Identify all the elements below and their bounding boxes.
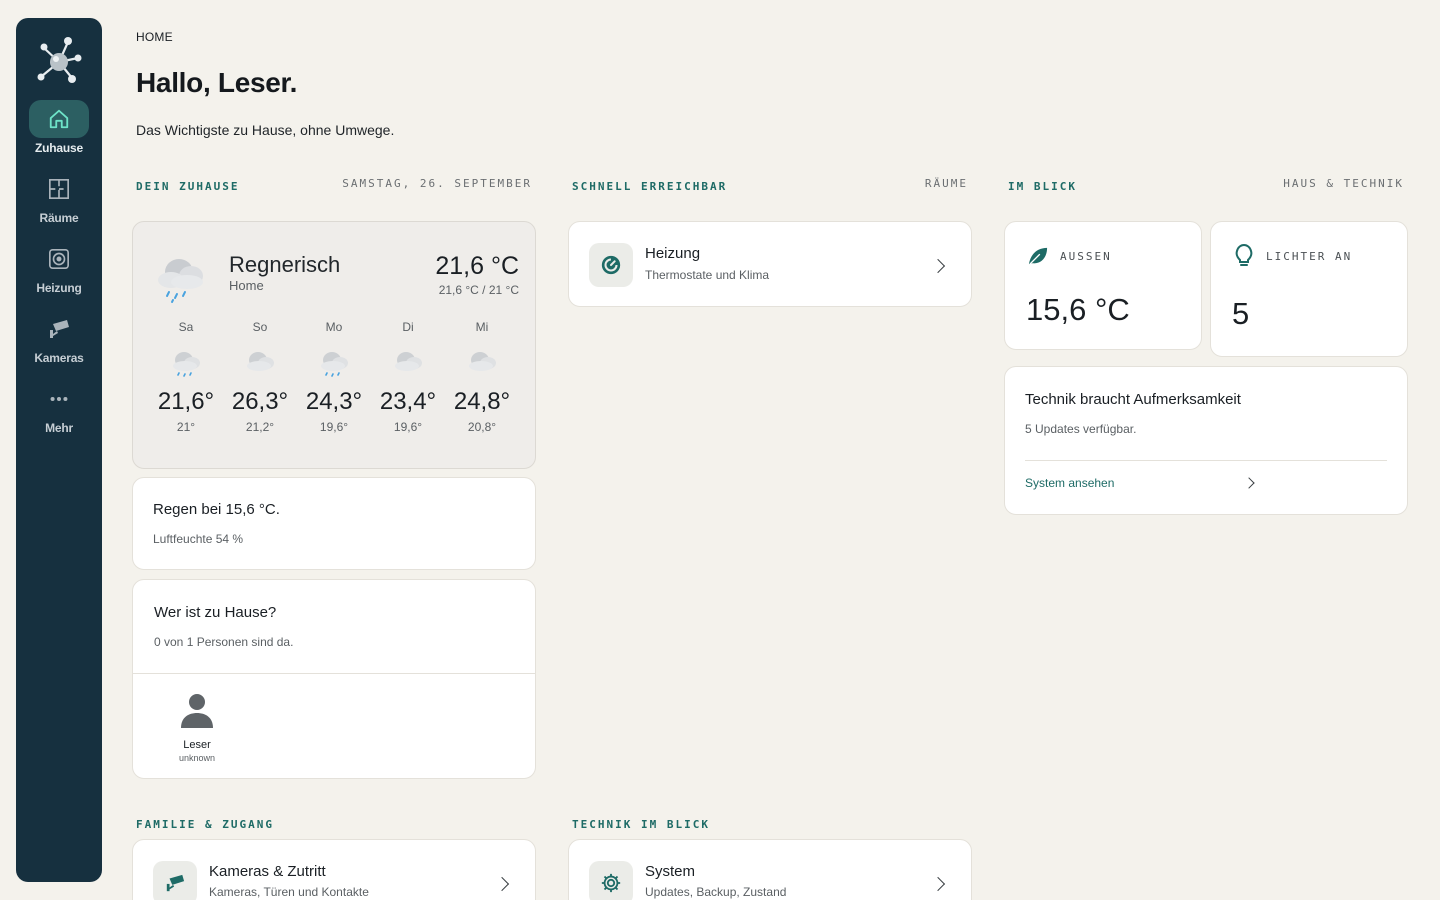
lichter-value: 5 (1232, 296, 1250, 331)
system-link[interactable]: System ansehen (1025, 476, 1114, 490)
lightbulb-icon (1235, 243, 1253, 273)
rain-cloud-icon (297, 344, 371, 382)
sidebar-item-raeume[interactable]: Räume (16, 170, 102, 232)
chevron-right-icon (930, 258, 946, 274)
lichter-stat-card[interactable]: LICHTER AN 5 (1210, 221, 1408, 357)
person-icon (167, 692, 227, 735)
sidebar-item-zuhause[interactable]: Zuhause (16, 100, 102, 162)
section-title-familie: FAMILIE & ZUGANG (136, 818, 274, 831)
presence-title: Wer ist zu Hause? (154, 604, 277, 621)
forecast-high: 26,3° (231, 388, 289, 415)
heizung-quick-card[interactable]: Heizung Thermostate und Klima (568, 221, 972, 307)
more-icon (29, 380, 89, 418)
system-title: System (645, 863, 696, 880)
forecast-low: 21,2° (245, 420, 275, 434)
kameras-title: Kameras & Zutritt (209, 863, 326, 880)
chevron-right-icon[interactable] (1243, 477, 1255, 489)
cctv-icon (153, 861, 197, 900)
rain-title: Regen bei 15,6 °C. (153, 501, 280, 518)
page-subtitle: Das Wichtigste zu Hause, ohne Umwege. (136, 122, 395, 138)
humidity-text: Luftfeuchte 54 % (153, 532, 244, 546)
cctv-icon (29, 310, 89, 348)
forecast-day: Sa 21,6° 21° (149, 320, 223, 434)
rain-card[interactable]: Regen bei 15,6 °C. Luftfeuchte 54 % (132, 477, 536, 570)
forecast-high: 24,3° (305, 388, 363, 415)
heater-icon (29, 240, 89, 278)
forecast-day-label: Sa (178, 320, 194, 334)
heizung-title: Heizung (645, 245, 701, 262)
cloud-icon (223, 344, 297, 382)
person-tile[interactable]: Leser unknown (167, 692, 227, 763)
kameras-subtitle: Kameras, Türen und Kontakte (209, 885, 369, 899)
technik-attention-card: Technik braucht Aufmerksamkeit 5 Updates… (1004, 366, 1408, 515)
home-icon (29, 100, 89, 138)
sidebar-item-kameras[interactable]: Kameras (16, 310, 102, 372)
forecast-day-label: Mi (475, 320, 489, 334)
page-title: Hallo, Leser. (136, 67, 298, 98)
system-card[interactable]: System Updates, Backup, Zustand (568, 839, 972, 900)
divider (1025, 460, 1387, 461)
sidebar-item-heizung[interactable]: Heizung (16, 240, 102, 302)
forecast-low: 20,8° (467, 420, 497, 434)
forecast-day: Mi 24,8° 20,8° (445, 320, 519, 434)
aussen-value: 15,6 °C (1026, 292, 1130, 327)
chevron-right-icon (930, 876, 946, 892)
cloud-icon (445, 344, 519, 382)
rain-cloud-icon (149, 344, 223, 382)
forecast-day-label: Mo (325, 320, 343, 334)
sidebar-item-label: Zuhause (35, 141, 83, 155)
section-title-technik: TECHNIK IM BLICK (572, 818, 710, 831)
aussen-stat-card[interactable]: AUSSEN 15,6 °C (1004, 221, 1202, 350)
chevron-right-icon (494, 876, 510, 892)
forecast-day-label: Di (402, 320, 414, 334)
forecast-low: 19,6° (319, 420, 349, 434)
forecast-high: 24,8° (453, 388, 511, 415)
forecast-high: 21,6° (157, 388, 215, 415)
gear-icon (589, 861, 633, 900)
section-title-zuhause: DEIN ZUHAUSE (136, 180, 240, 193)
section-meta-raeume: RÄUME (924, 177, 968, 190)
aussen-label: AUSSEN (1060, 250, 1112, 263)
technik-title: Technik braucht Aufmerksamkeit (1025, 391, 1241, 408)
floorplan-icon (29, 170, 89, 208)
forecast-day-label: So (252, 320, 268, 334)
weather-card[interactable]: Regnerisch Home 21,6 °C 21,6 °C / 21 °C … (132, 221, 536, 469)
person-state: unknown (178, 753, 216, 763)
forecast-high: 23,4° (379, 388, 437, 415)
forecast-low: 19,6° (393, 420, 423, 434)
kameras-zutritt-card[interactable]: Kameras & Zutritt Kameras, Türen und Kon… (132, 839, 536, 900)
sidebar: Zuhause Räume Heizung Kameras Mehr (16, 18, 102, 882)
heizung-subtitle: Thermostate und Klima (645, 268, 770, 282)
section-date: SAMSTAG, 26. SEPTEMBER (342, 177, 532, 190)
weather-temperature: 21,6 °C (435, 252, 519, 280)
section-title-blick: IM BLICK (1008, 180, 1077, 193)
breadcrumb: HOME (136, 30, 173, 44)
person-name: Leser (183, 739, 211, 751)
forecast-low: 21° (176, 420, 196, 434)
sidebar-item-label: Kameras (34, 351, 84, 365)
sidebar-item-label: Mehr (45, 421, 73, 435)
rain-cloud-icon (153, 248, 209, 309)
presence-card: Wer ist zu Hause? 0 von 1 Personen sind … (132, 579, 536, 779)
sidebar-item-mehr[interactable]: Mehr (16, 380, 102, 442)
presence-summary: 0 von 1 Personen sind da. (154, 635, 294, 649)
cloud-icon (371, 344, 445, 382)
network-logo[interactable] (36, 36, 82, 86)
sidebar-item-label: Heizung (36, 281, 82, 295)
forecast-day: Di 23,4° 19,6° (371, 320, 445, 434)
lichter-label: LICHTER AN (1266, 250, 1353, 263)
section-title-schnell: SCHNELL ERREICHBAR (572, 180, 728, 193)
divider (133, 673, 535, 674)
section-meta-technik: HAUS & TECHNIK (1283, 177, 1404, 190)
sidebar-item-label: Räume (39, 211, 79, 225)
forecast-day: Mo 24,3° 19,6° (297, 320, 371, 434)
weather-location: Home (229, 278, 264, 293)
weather-condition: Regnerisch (229, 252, 341, 277)
weather-range: 21,6 °C / 21 °C (438, 283, 519, 297)
forecast-day: So 26,3° 21,2° (223, 320, 297, 434)
thermostat-icon (589, 243, 633, 287)
updates-text: 5 Updates verfügbar. (1025, 422, 1137, 436)
leaf-icon (1027, 246, 1049, 271)
system-subtitle: Updates, Backup, Zustand (645, 885, 787, 899)
